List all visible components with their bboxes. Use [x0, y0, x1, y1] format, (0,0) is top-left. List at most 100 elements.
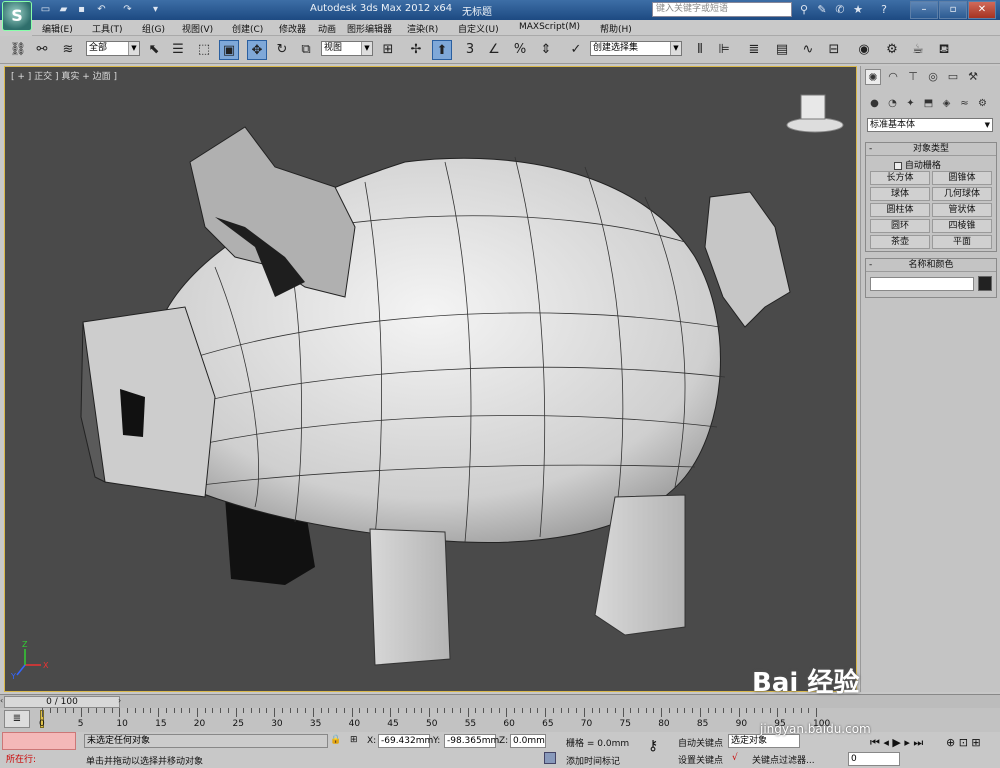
auto-key-button[interactable]: 自动关键点 — [678, 736, 723, 749]
cylinder-button[interactable]: 圆柱体 — [870, 203, 930, 217]
ref-coord-dropdown[interactable]: 视图 ▼ — [321, 41, 373, 56]
close-button[interactable]: ✕ — [968, 1, 996, 19]
pyramid-button[interactable]: 四棱锥 — [932, 219, 992, 233]
add-time-tag[interactable]: 添加时间标记 — [566, 754, 620, 767]
box-button[interactable]: 长方体 — [870, 171, 930, 185]
window-crossing-icon[interactable]: ▣ — [219, 40, 239, 60]
hierarchy-tab-icon[interactable]: ⊤ — [905, 69, 921, 85]
tube-button[interactable]: 管状体 — [932, 203, 992, 217]
material-editor-icon[interactable]: ◉ — [854, 40, 874, 60]
quick-access-dropdown-icon[interactable]: ▾ — [148, 3, 163, 17]
perspective-viewport[interactable]: [ + ] 正交 ] 真实 + 边面 ] X Z Y — [4, 66, 857, 692]
named-selection-dropdown[interactable]: 创建选择集 ▼ — [590, 41, 682, 56]
utilities-tab-icon[interactable]: ⚒ — [965, 69, 981, 85]
select-move-icon[interactable]: ✥ — [247, 40, 267, 60]
mirror-icon[interactable]: ⫴ — [690, 40, 710, 60]
next-frame-icon[interactable]: › — [118, 696, 126, 708]
key-filters-button[interactable]: 关键点过滤器... — [752, 753, 815, 766]
spacewarps-icon[interactable]: ≈ — [957, 96, 972, 111]
link-icon[interactable]: ⛓ — [8, 40, 28, 60]
pivot-center-icon[interactable]: ⊞ — [378, 40, 398, 60]
render-production-icon[interactable]: ⛾ — [934, 40, 954, 60]
cone-button[interactable]: 圆锥体 — [932, 171, 992, 185]
manipulate-icon[interactable]: ✢ — [406, 40, 426, 60]
app-logo-button[interactable]: S — [2, 1, 32, 31]
color-swatch[interactable] — [978, 276, 992, 291]
spinner-snap-icon[interactable]: ⇕ — [536, 40, 556, 60]
autogrid-checkbox[interactable] — [894, 161, 902, 170]
shapes-icon[interactable]: ◔ — [885, 96, 900, 111]
z-coord-field[interactable]: 0.0mm — [510, 734, 546, 748]
motion-tab-icon[interactable]: ◎ — [925, 69, 941, 85]
menu-edit[interactable]: 编辑(E) — [42, 22, 73, 35]
rect-selection-icon[interactable]: ⬚ — [194, 40, 214, 60]
object-name-input[interactable] — [870, 277, 974, 291]
menu-help[interactable]: 帮助(H) — [600, 22, 632, 35]
bind-spacewarp-icon[interactable]: ≋ — [58, 40, 78, 60]
autogrid-row[interactable]: 自动栅格 — [894, 158, 941, 171]
communication-icon[interactable]: ✆ — [832, 2, 848, 18]
key-icon[interactable]: ⚷ — [648, 738, 658, 754]
edit-named-sel-icon[interactable]: ✓ — [566, 40, 586, 60]
create-tab-icon[interactable]: ✺ — [865, 69, 881, 85]
undo-icon[interactable]: ↶ — [94, 3, 109, 17]
menu-rendering[interactable]: 渲染(R) — [407, 22, 438, 35]
keyboard-shortcut-icon[interactable]: ⬆ — [432, 40, 452, 60]
subscription-icon[interactable]: ✎ — [814, 2, 830, 18]
display-tab-icon[interactable]: ▭ — [945, 69, 961, 85]
minimize-button[interactable]: – — [910, 1, 938, 19]
menu-graph-editors[interactable]: 图形编辑器 — [347, 22, 392, 35]
rendered-frame-icon[interactable]: ☕ — [908, 40, 928, 60]
schematic-view-icon[interactable]: ⊟ — [824, 40, 844, 60]
lights-icon[interactable]: ✦ — [903, 96, 918, 111]
x-coord-field[interactable]: -69.432mm — [378, 734, 433, 748]
search-input[interactable]: 键入关键字或短语 — [652, 2, 792, 17]
open-file-icon[interactable]: ▰ — [56, 3, 71, 17]
selected-dropdown[interactable]: 选定对象 — [728, 734, 800, 748]
menu-customize[interactable]: 自定义(U) — [458, 22, 499, 35]
percent-snap-icon[interactable]: % — [510, 40, 530, 60]
help-icon[interactable]: ? — [876, 2, 892, 18]
select-rotate-icon[interactable]: ↻ — [272, 40, 292, 60]
snap-toggle-icon[interactable]: 3 — [460, 40, 480, 60]
menu-maxscript[interactable]: MAXScript(M) — [519, 22, 580, 32]
menu-views[interactable]: 视图(V) — [182, 22, 213, 35]
menu-animation[interactable]: 动画 — [318, 22, 336, 35]
redo-icon[interactable]: ↷ — [120, 3, 135, 17]
menu-group[interactable]: 组(G) — [142, 22, 165, 35]
new-file-icon[interactable]: ▭ — [38, 3, 53, 17]
time-slider-thumb[interactable]: 0 / 100 — [4, 696, 120, 708]
layer-manager-icon[interactable]: ≣ — [744, 40, 764, 60]
geometry-icon[interactable]: ● — [867, 96, 882, 111]
select-object-icon[interactable]: ⬉ — [144, 40, 164, 60]
lock-icon[interactable]: 🔒 — [330, 735, 341, 745]
y-coord-field[interactable]: -98.365mm — [444, 734, 499, 748]
unlink-icon[interactable]: ⚯ — [32, 40, 52, 60]
save-file-icon[interactable]: ▪ — [74, 3, 89, 17]
menu-create[interactable]: 创建(C) — [232, 22, 263, 35]
graphite-ribbon-icon[interactable]: ▤ — [772, 40, 792, 60]
align-icon[interactable]: ⊫ — [714, 40, 734, 60]
geosphere-button[interactable]: 几何球体 — [932, 187, 992, 201]
angle-snap-icon[interactable]: ∠ — [484, 40, 504, 60]
select-scale-icon[interactable]: ⧉ — [296, 40, 316, 60]
primitive-category-dropdown[interactable]: 标准基本体 ▼ — [867, 118, 993, 132]
helpers-icon[interactable]: ◈ — [939, 96, 954, 111]
object-type-header[interactable]: - 对象类型 — [866, 143, 996, 156]
binoculars-icon[interactable]: ⚲ — [796, 2, 812, 18]
sphere-button[interactable]: 球体 — [870, 187, 930, 201]
absolute-mode-icon[interactable]: ⊞ — [350, 735, 358, 745]
modify-tab-icon[interactable]: ◠ — [885, 69, 901, 85]
maxscript-listener[interactable] — [2, 732, 76, 750]
menu-modifiers[interactable]: 修改器 — [279, 22, 306, 35]
teapot-button[interactable]: 茶壶 — [870, 235, 930, 249]
plane-button[interactable]: 平面 — [932, 235, 992, 249]
time-tag-icon[interactable] — [544, 752, 556, 764]
selection-filter-dropdown[interactable]: 全部 ▼ — [86, 41, 140, 56]
name-color-header[interactable]: - 名称和颜色 — [866, 259, 996, 272]
systems-icon[interactable]: ⚙ — [975, 96, 990, 111]
render-setup-icon[interactable]: ⚙ — [882, 40, 902, 60]
curve-editor-icon[interactable]: ∿ — [798, 40, 818, 60]
menu-tools[interactable]: 工具(T) — [92, 22, 123, 35]
set-key-button[interactable]: 设置关键点 — [678, 753, 723, 766]
